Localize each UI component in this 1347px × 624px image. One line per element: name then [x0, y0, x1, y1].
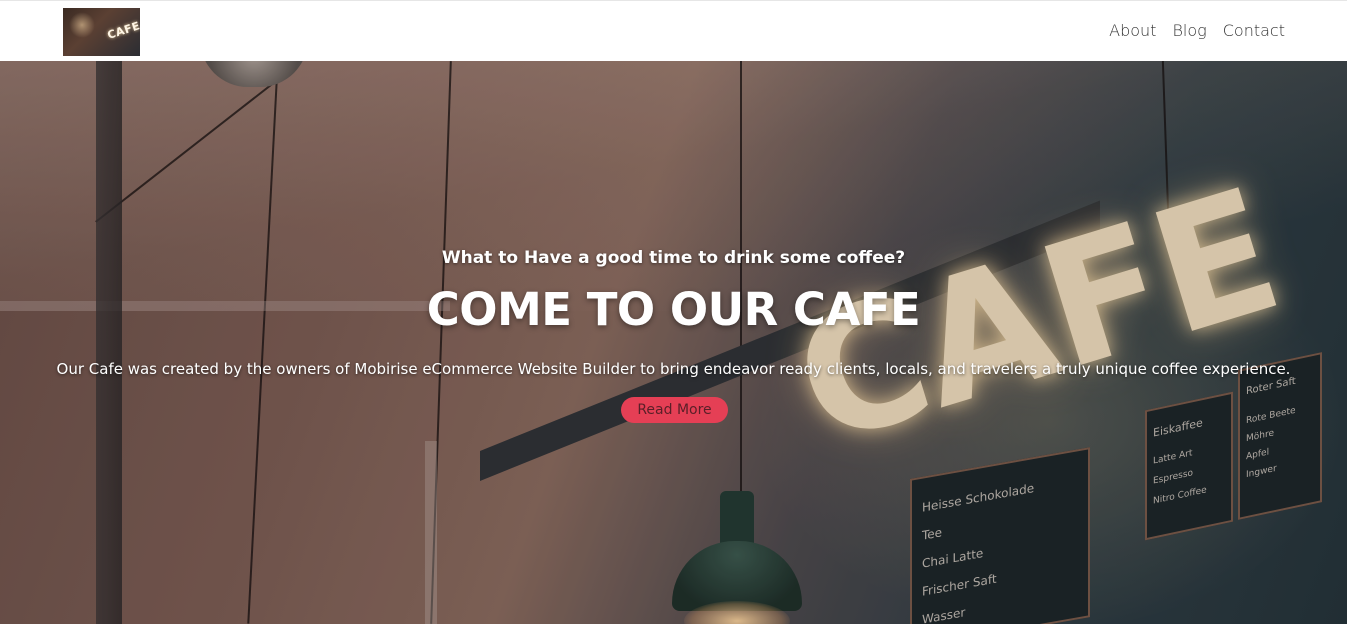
read-more-button[interactable]: Read More [621, 397, 728, 423]
main-nav: About Blog Contact [1109, 21, 1285, 40]
nav-link-contact[interactable]: Contact [1223, 21, 1285, 40]
lamp-glow-icon [69, 12, 95, 38]
hero-content: What to Have a good time to drink some c… [0, 61, 1347, 624]
hero-section: CAFE Heisse Schokolade Tee Chai Latte Fr… [0, 61, 1347, 624]
site-logo[interactable]: CAFE [63, 8, 140, 56]
hero-title: COME TO OUR CAFE [426, 283, 921, 336]
hero-description: Our Cafe was created by the owners of Mo… [56, 360, 1291, 378]
navbar: CAFE About Blog Contact [0, 0, 1347, 61]
nav-link-about[interactable]: About [1109, 21, 1156, 40]
hero-subtitle: What to Have a good time to drink some c… [441, 248, 906, 268]
logo-text: CAFE [105, 19, 140, 42]
nav-link-blog[interactable]: Blog [1172, 21, 1206, 40]
